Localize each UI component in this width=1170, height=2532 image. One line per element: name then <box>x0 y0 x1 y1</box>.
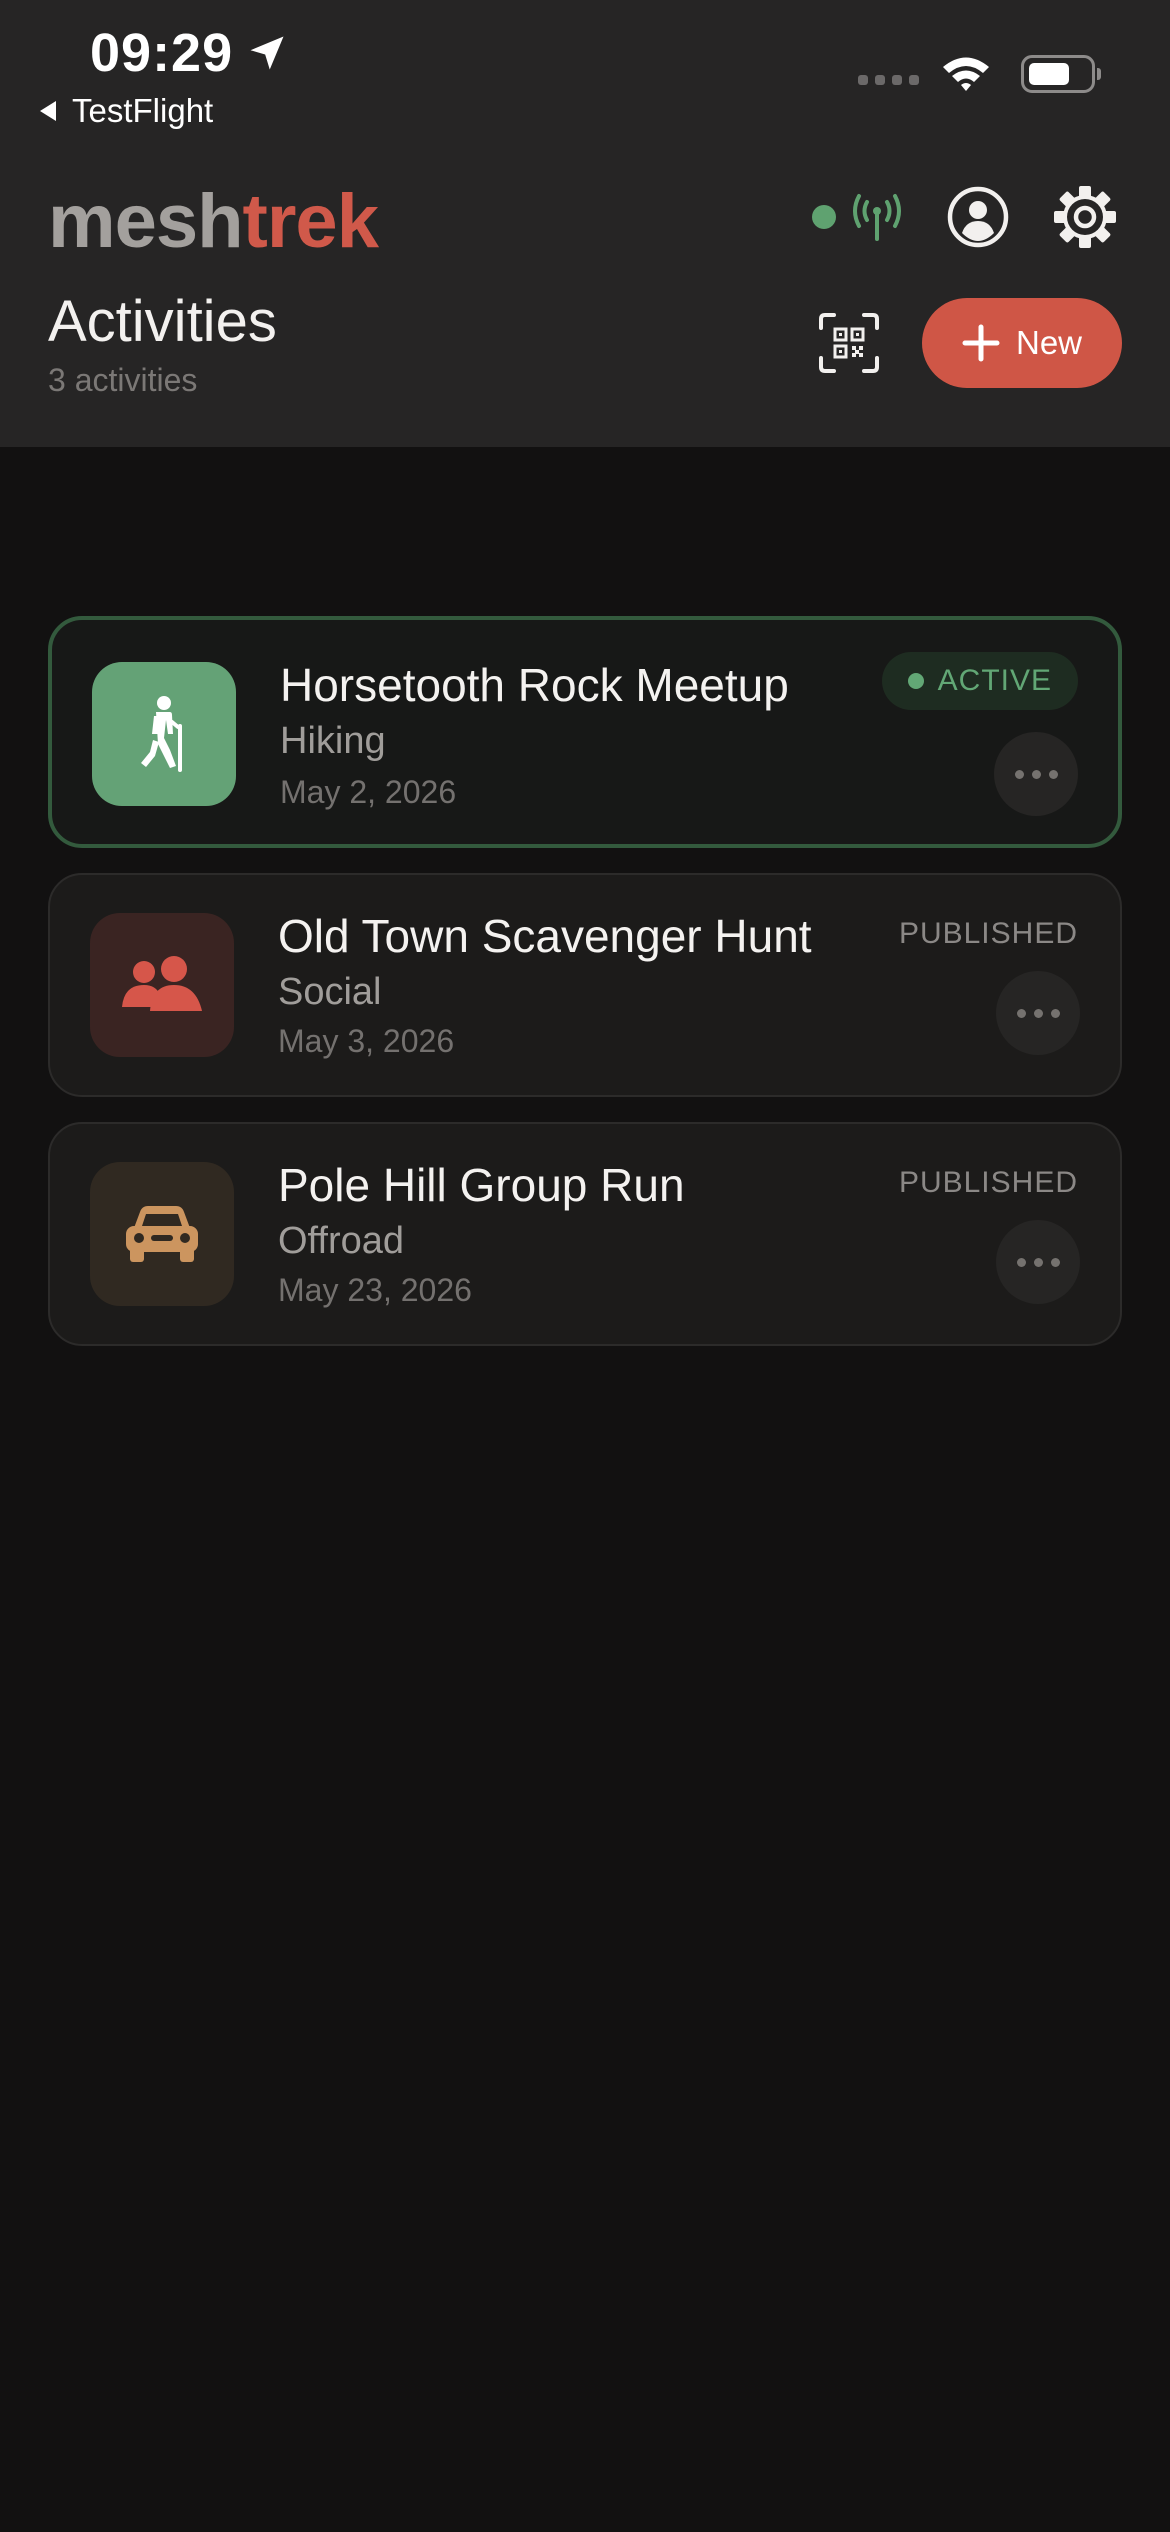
gear-icon <box>1054 186 1116 248</box>
settings-button[interactable] <box>1052 184 1118 250</box>
activity-date: May 23, 2026 <box>278 1272 472 1308</box>
activity-tile <box>90 1162 234 1306</box>
activity-title: Old Town Scavenger Hunt <box>278 910 812 962</box>
activity-count: 3 activities <box>48 362 198 398</box>
mesh-connection-status[interactable] <box>812 193 904 241</box>
status-badge-label: ACTIVE <box>937 664 1052 697</box>
cellular-signal-icon <box>858 75 919 85</box>
scan-qr-button[interactable] <box>818 312 880 379</box>
more-options-button[interactable] <box>996 1220 1080 1304</box>
car-icon <box>126 1206 198 1262</box>
logo-mesh: mesh <box>48 179 244 264</box>
new-button-label: New <box>1015 324 1083 361</box>
status-time: 09:29 <box>90 22 289 84</box>
status-time-text: 09:29 <box>90 23 234 83</box>
activity-date: May 2, 2026 <box>280 774 457 810</box>
battery-icon <box>1021 55 1101 93</box>
status-indicators <box>858 54 1101 94</box>
activity-tile <box>92 662 236 806</box>
activity-card[interactable]: Pole Hill Group Run Offroad May 23, 2026… <box>48 1122 1122 1346</box>
status-badge: ACTIVE <box>881 652 1078 710</box>
profile-button[interactable] <box>946 185 1010 249</box>
people-icon <box>122 956 202 1011</box>
activity-category: Social <box>278 971 382 1013</box>
activity-list: Horsetooth Rock Meetup Hiking May 2, 202… <box>48 616 1122 1371</box>
new-activity-button[interactable]: New <box>922 298 1122 388</box>
status-label: PUBLISHED <box>898 1166 1078 1199</box>
user-circle-icon <box>947 186 1009 248</box>
status-dot <box>907 673 924 689</box>
app-header: 09:29 TestFlight meshtrek Activities 3 a… <box>0 0 1170 447</box>
ellipsis-icon <box>1016 1257 1026 1267</box>
location-arrow-icon <box>250 36 284 70</box>
plus-icon <box>962 324 1000 362</box>
antenna-icon <box>853 194 901 241</box>
connection-dot <box>812 205 836 229</box>
back-label: TestFlight <box>72 92 214 129</box>
more-options-button[interactable] <box>994 732 1078 816</box>
qr-scan-icon <box>819 313 879 373</box>
activity-card[interactable]: Horsetooth Rock Meetup Hiking May 2, 202… <box>48 616 1122 848</box>
ellipsis-icon <box>1014 769 1024 779</box>
header-actions <box>812 184 1118 250</box>
ellipsis-icon <box>1016 1008 1026 1018</box>
page-title: Activities <box>48 289 277 354</box>
activity-category: Offroad <box>278 1220 405 1262</box>
logo-trek: trek <box>242 179 379 264</box>
more-options-button[interactable] <box>996 971 1080 1055</box>
wifi-icon <box>943 57 989 91</box>
activity-category: Hiking <box>280 720 386 762</box>
activity-card[interactable]: Old Town Scavenger Hunt Social May 3, 20… <box>48 873 1122 1097</box>
activity-title: Horsetooth Rock Meetup <box>280 659 789 711</box>
hiking-icon <box>141 696 182 772</box>
activity-date: May 3, 2026 <box>278 1023 455 1059</box>
activity-title: Pole Hill Group Run <box>278 1159 685 1211</box>
app-logo: meshtrek <box>48 178 379 265</box>
back-to-testflight[interactable]: TestFlight <box>38 92 213 130</box>
activity-tile <box>90 913 234 1057</box>
status-label: PUBLISHED <box>898 917 1078 950</box>
back-triangle-icon <box>40 101 56 121</box>
